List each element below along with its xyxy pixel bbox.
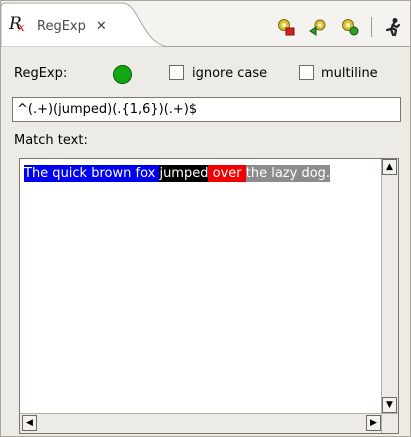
match-text-content[interactable]: The quick brown fox jumped over the lazy… [24,165,331,183]
tab-title: RegExp [37,18,86,34]
settings-icon [342,19,359,36]
run-icon [385,18,401,37]
run-button[interactable] [382,16,404,38]
horizontal-scrollbar[interactable]: ◀ ▶ [20,413,381,433]
regexp-label: RegExp: [14,66,68,81]
match-group-3: over [208,165,246,182]
regexp-input[interactable] [12,97,401,122]
match-group-2: jumped [159,165,209,182]
scroll-right-button[interactable]: ▶ [366,415,381,431]
tab-regexp[interactable]: Rx RegExp ✕ [9,15,107,37]
evaluate-icon [278,19,295,36]
scrollbar-corner [381,413,398,433]
view-toolbar [275,15,404,39]
settings-button[interactable] [339,16,361,38]
scroll-down-button[interactable]: ▼ [382,397,397,413]
toolbar-separator [371,17,372,37]
evaluate-button[interactable] [275,16,297,38]
regexp-options-row: RegExp: ignore case multiline [1,63,410,87]
match-text-label: Match text: [14,133,88,148]
multiline-checkbox[interactable] [299,65,314,80]
multiline-label[interactable]: multiline [321,66,378,81]
ignore-case-label[interactable]: ignore case [192,66,267,81]
scroll-up-button[interactable]: ▲ [382,159,397,175]
go-icon [309,19,326,36]
ignore-case-checkbox[interactable] [169,65,184,80]
close-icon[interactable]: ✕ [96,19,107,34]
regexp-status-indicator [113,65,132,84]
match-group-4: the lazy dog. [245,165,331,182]
match-text-area[interactable]: The quick brown fox jumped over the lazy… [19,158,399,434]
go-button[interactable] [307,16,329,38]
scroll-left-button[interactable]: ◀ [22,415,37,431]
regexp-icon: Rx [9,14,25,34]
vertical-scrollbar[interactable]: ▲ ▼ [381,159,398,413]
tab-bar: Rx RegExp ✕ [1,1,410,47]
regexp-view: Rx RegExp ✕ RegExp: ignore case multilin… [0,0,411,437]
match-group-1: The quick brown fox [24,165,160,182]
